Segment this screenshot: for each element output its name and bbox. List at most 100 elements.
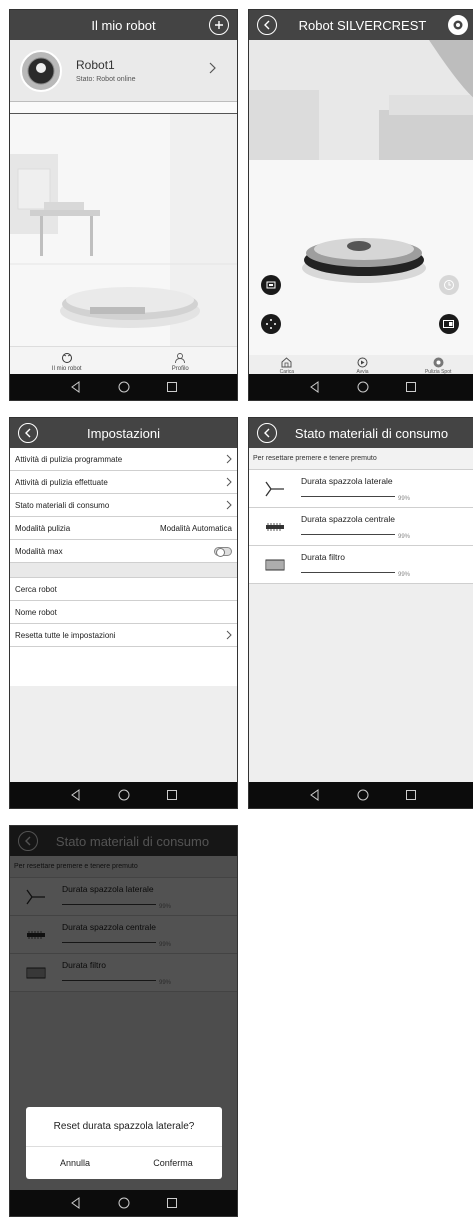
cleaning-mode-value: Modalità Automatica: [159, 523, 232, 533]
bottom-tab-bar: Il mio robot Profilo: [10, 346, 237, 376]
nav-recents-icon[interactable]: [165, 788, 179, 802]
row-label: Stato materiali di consumo: [15, 500, 110, 510]
chevron-right-icon: [226, 630, 232, 640]
nav-back-icon[interactable]: [69, 788, 83, 802]
nav-recents-icon[interactable]: [404, 788, 418, 802]
chevron-right-icon: [209, 62, 216, 74]
nav-home-icon[interactable]: [117, 380, 131, 394]
robot-status: Stato: Robot online: [76, 76, 136, 83]
tab-my-robot[interactable]: Il mio robot: [10, 347, 124, 376]
dpad-icon: [266, 319, 276, 329]
plus-icon: [215, 21, 223, 29]
robot-room-image: [249, 40, 473, 355]
settings-button[interactable]: [448, 15, 468, 35]
robot-thumbnail-icon: [27, 57, 55, 84]
settings-row-scheduled[interactable]: Attività di pulizia programmate: [10, 448, 237, 471]
nav-recents-icon[interactable]: [404, 380, 418, 394]
robot-card[interactable]: Robot1 Stato: Robot online: [10, 40, 237, 102]
tab-start[interactable]: Avvia: [325, 355, 401, 376]
filter-icon: [265, 559, 285, 570]
consumable-percent: 99%: [398, 495, 411, 502]
settings-row-history[interactable]: Attività di pulizia effettuate: [10, 471, 237, 494]
nav-back-icon[interactable]: [308, 380, 322, 394]
consumable-main-brush[interactable]: Durata spazzola centrale 99%: [249, 508, 473, 546]
screen: Stato materiali di consumo Per resettare…: [10, 826, 237, 1192]
settings-row-cleaning-mode[interactable]: Modalità pulizia Modalità Automatica: [10, 517, 237, 540]
progress-line: [301, 534, 395, 535]
progress-line: [301, 572, 395, 573]
nav-back-icon[interactable]: [69, 1196, 83, 1210]
consumable-label: Durata filtro: [301, 551, 345, 562]
action-tab-bar: Carica Avvia Pulizia Spot: [249, 355, 473, 376]
battery-button[interactable]: [439, 314, 459, 334]
back-button[interactable]: [18, 423, 38, 443]
empty-area: [10, 686, 237, 784]
nav-home-icon[interactable]: [117, 1196, 131, 1210]
nav-back-icon[interactable]: [308, 788, 322, 802]
nav-recents-icon[interactable]: [165, 380, 179, 394]
settings-row-robot-name[interactable]: Nome robot: [10, 601, 237, 624]
gear-icon: [453, 20, 463, 30]
settings-row-consumables[interactable]: Stato materiali di consumo: [10, 494, 237, 517]
back-button[interactable]: [257, 15, 277, 35]
chevron-right-icon: [226, 454, 232, 464]
confirm-button[interactable]: Conferma: [124, 1147, 222, 1179]
chevron-left-icon: [25, 428, 31, 438]
back-button[interactable]: [257, 423, 277, 443]
consumable-side-brush[interactable]: Durata spazzola laterale 99%: [249, 470, 473, 508]
robot-avatar: [20, 49, 62, 92]
map-icon: [266, 281, 276, 289]
settings-row-reset-all[interactable]: Resetta tutte le impostazioni: [10, 624, 237, 647]
nav-home-icon[interactable]: [356, 380, 370, 394]
nav-home-icon[interactable]: [117, 788, 131, 802]
row-label: Attività di pulizia effettuate: [15, 477, 108, 487]
system-nav-bar: [249, 782, 473, 808]
row-label: Modalità max: [15, 546, 63, 556]
chevron-right-icon: [226, 477, 232, 487]
system-nav-bar: [249, 374, 473, 400]
system-nav-bar: [10, 1190, 237, 1216]
phone-screen-robot-control: Robot SILVERCREST Carica Avvia Pulizia S…: [248, 9, 473, 401]
row-label: Modalità pulizia: [15, 523, 71, 533]
map-button[interactable]: [261, 275, 281, 295]
chevron-left-icon: [264, 428, 270, 438]
row-label: Cerca robot: [15, 584, 57, 594]
reset-hint: Per resettare premere e tenere premuto: [249, 448, 473, 470]
phone-screen-my-robot: Il mio robot Robot1 Stato: Robot online: [9, 9, 238, 401]
consumable-label: Durata spazzola centrale: [301, 513, 396, 524]
tab-charge[interactable]: Carica: [249, 355, 325, 376]
system-nav-bar: [10, 782, 237, 808]
settings-row-search-robot[interactable]: Cerca robot: [10, 578, 237, 601]
chevron-right-icon: [226, 500, 232, 510]
battery-icon: [443, 320, 454, 328]
cancel-button[interactable]: Annulla: [26, 1147, 124, 1179]
robot-name: Robot1: [76, 58, 115, 72]
phone-screen-settings: Impostazioni Attività di pulizia program…: [9, 417, 238, 809]
nav-recents-icon[interactable]: [165, 1196, 179, 1210]
tab-profile[interactable]: Profilo: [124, 347, 238, 376]
max-mode-toggle[interactable]: [214, 546, 232, 557]
play-icon: [357, 357, 368, 367]
app-header: Stato materiali di consumo: [249, 418, 473, 448]
room-illustration: [10, 114, 237, 346]
screen: Robot SILVERCREST Carica Avvia Pulizia S…: [249, 10, 473, 376]
system-nav-bar: [10, 374, 237, 400]
nav-home-icon[interactable]: [356, 788, 370, 802]
tab-spot-clean[interactable]: Pulizia Spot: [400, 355, 473, 376]
direction-control-button[interactable]: [261, 314, 281, 334]
app-header: Robot SILVERCREST: [249, 10, 473, 40]
room-background-image: [10, 114, 237, 346]
divider: [10, 102, 237, 114]
reset-confirm-dialog: Reset durata spazzola laterale? Annulla …: [26, 1107, 222, 1179]
settings-row-max-mode: Modalità max: [10, 540, 237, 563]
nav-back-icon[interactable]: [69, 380, 83, 394]
schedule-button[interactable]: [439, 275, 459, 295]
consumable-filter[interactable]: Durata filtro 99%: [249, 546, 473, 584]
screen: Impostazioni Attività di pulizia program…: [10, 418, 237, 784]
phone-screen-reset-dialog: Stato materiali di consumo Per resettare…: [9, 825, 238, 1217]
user-icon: [175, 352, 186, 363]
add-robot-button[interactable]: [209, 15, 229, 35]
row-label: Attività di pulizia programmate: [15, 454, 123, 464]
row-label: Resetta tutte le impostazioni: [15, 630, 116, 640]
app-header: Il mio robot: [10, 10, 237, 40]
